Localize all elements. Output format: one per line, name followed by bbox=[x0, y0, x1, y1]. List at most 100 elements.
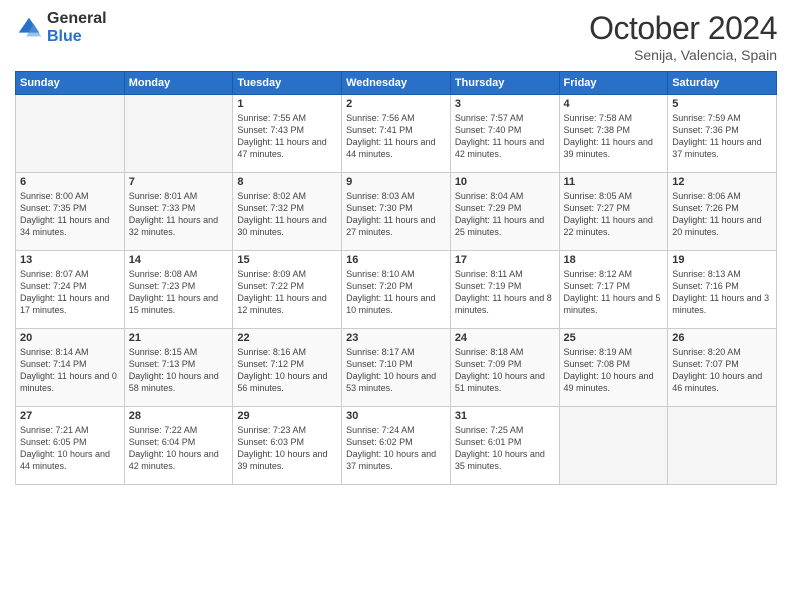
day-number: 26 bbox=[672, 332, 772, 344]
day-number: 23 bbox=[346, 332, 446, 344]
day-info: Sunrise: 7:23 AMSunset: 6:03 PMDaylight:… bbox=[237, 424, 337, 473]
calendar-cell: 10 Sunrise: 8:04 AMSunset: 7:29 PMDayligh… bbox=[450, 173, 559, 251]
day-number: 3 bbox=[455, 98, 555, 110]
month-title: October 2024 bbox=[589, 10, 777, 47]
calendar-cell bbox=[559, 407, 668, 485]
title-block: October 2024 Senija, Valencia, Spain bbox=[589, 10, 777, 63]
weekday-header-monday: Monday bbox=[124, 72, 233, 95]
calendar-cell: 28Sunrise: 7:22 AMSunset: 6:04 PMDayligh… bbox=[124, 407, 233, 485]
day-info: Sunrise: 8:02 AMSunset: 7:32 PMDaylight:… bbox=[237, 190, 337, 239]
day-info: Sunrise: 8:03 AMSunset: 7:30 PMDaylight:… bbox=[346, 190, 446, 239]
day-number: 2 bbox=[346, 98, 446, 110]
calendar-week-row: 20 Sunrise: 8:14 AMSunset: 7:14 PMDayligh… bbox=[16, 329, 777, 407]
calendar-cell: 30Sunrise: 7:24 AMSunset: 6:02 PMDayligh… bbox=[342, 407, 451, 485]
calendar-cell: 9 Sunrise: 8:03 AMSunset: 7:30 PMDaylight… bbox=[342, 173, 451, 251]
day-number: 1 bbox=[237, 98, 337, 110]
day-number: 8 bbox=[237, 176, 337, 188]
day-number: 5 bbox=[672, 98, 772, 110]
day-info: Sunrise: 8:07 AMSunset: 7:24 PMDaylight:… bbox=[20, 268, 120, 317]
calendar-week-row: 13 Sunrise: 8:07 AMSunset: 7:24 PMDayligh… bbox=[16, 251, 777, 329]
day-number: 6 bbox=[20, 176, 120, 188]
day-info: Sunrise: 7:57 AMSunset: 7:40 PMDaylight:… bbox=[455, 112, 555, 161]
weekday-header-wednesday: Wednesday bbox=[342, 72, 451, 95]
day-number: 9 bbox=[346, 176, 446, 188]
weekday-header-sunday: Sunday bbox=[16, 72, 125, 95]
day-info: Sunrise: 8:20 AMSunset: 7:07 PMDaylight:… bbox=[672, 346, 772, 395]
calendar-cell bbox=[16, 95, 125, 173]
day-number: 19 bbox=[672, 254, 772, 266]
calendar-cell bbox=[668, 407, 777, 485]
calendar-cell: 18 Sunrise: 8:12 AMSunset: 7:17 PMDayligh… bbox=[559, 251, 668, 329]
calendar-cell: 3 Sunrise: 7:57 AMSunset: 7:40 PMDaylight… bbox=[450, 95, 559, 173]
calendar-cell: 26 Sunrise: 8:20 AMSunset: 7:07 PMDayligh… bbox=[668, 329, 777, 407]
day-number: 17 bbox=[455, 254, 555, 266]
location-title: Senija, Valencia, Spain bbox=[589, 47, 777, 63]
day-info: Sunrise: 7:58 AMSunset: 7:38 PMDaylight:… bbox=[564, 112, 664, 161]
weekday-header-tuesday: Tuesday bbox=[233, 72, 342, 95]
calendar-cell: 5Sunrise: 7:59 AMSunset: 7:36 PMDaylight… bbox=[668, 95, 777, 173]
calendar-body: 1 Sunrise: 7:55 AMSunset: 7:43 PMDaylight… bbox=[16, 95, 777, 485]
calendar-cell: 16Sunrise: 8:10 AMSunset: 7:20 PMDayligh… bbox=[342, 251, 451, 329]
day-info: Sunrise: 8:00 AMSunset: 7:35 PMDaylight:… bbox=[20, 190, 120, 239]
calendar-cell: 8 Sunrise: 8:02 AMSunset: 7:32 PMDaylight… bbox=[233, 173, 342, 251]
calendar-cell: 19 Sunrise: 8:13 AMSunset: 7:16 PMDayligh… bbox=[668, 251, 777, 329]
day-number: 15 bbox=[237, 254, 337, 266]
day-info: Sunrise: 7:55 AMSunset: 7:43 PMDaylight:… bbox=[237, 112, 337, 161]
weekday-header-saturday: Saturday bbox=[668, 72, 777, 95]
day-info: Sunrise: 7:21 AMSunset: 6:05 PMDaylight:… bbox=[20, 424, 120, 473]
header: General Blue October 2024 Senija, Valenc… bbox=[15, 10, 777, 63]
calendar-cell: 2Sunrise: 7:56 AMSunset: 7:41 PMDaylight… bbox=[342, 95, 451, 173]
calendar-week-row: 1 Sunrise: 7:55 AMSunset: 7:43 PMDaylight… bbox=[16, 95, 777, 173]
day-number: 12 bbox=[672, 176, 772, 188]
calendar-cell: 11 Sunrise: 8:05 AMSunset: 7:27 PMDayligh… bbox=[559, 173, 668, 251]
calendar-cell: 14 Sunrise: 8:08 AMSunset: 7:23 PMDayligh… bbox=[124, 251, 233, 329]
calendar-table: SundayMondayTuesdayWednesdayThursdayFrid… bbox=[15, 71, 777, 485]
day-info: Sunrise: 8:13 AMSunset: 7:16 PMDaylight:… bbox=[672, 268, 772, 317]
logo: General Blue bbox=[15, 10, 107, 45]
calendar-cell: 12 Sunrise: 8:06 AMSunset: 7:26 PMDayligh… bbox=[668, 173, 777, 251]
calendar-cell: 29 Sunrise: 7:23 AMSunset: 6:03 PMDayligh… bbox=[233, 407, 342, 485]
calendar-week-row: 27 Sunrise: 7:21 AMSunset: 6:05 PMDayligh… bbox=[16, 407, 777, 485]
calendar-cell: 4 Sunrise: 7:58 AMSunset: 7:38 PMDaylight… bbox=[559, 95, 668, 173]
page: General Blue October 2024 Senija, Valenc… bbox=[0, 0, 792, 612]
day-number: 29 bbox=[237, 410, 337, 422]
day-info: Sunrise: 7:25 AMSunset: 6:01 PMDaylight:… bbox=[455, 424, 555, 473]
day-number: 10 bbox=[455, 176, 555, 188]
calendar-cell: 24Sunrise: 8:18 AMSunset: 7:09 PMDayligh… bbox=[450, 329, 559, 407]
day-info: Sunrise: 8:04 AMSunset: 7:29 PMDaylight:… bbox=[455, 190, 555, 239]
day-info: Sunrise: 8:11 AMSunset: 7:19 PMDaylight:… bbox=[455, 268, 555, 317]
day-info: Sunrise: 8:06 AMSunset: 7:26 PMDaylight:… bbox=[672, 190, 772, 239]
day-info: Sunrise: 8:09 AMSunset: 7:22 PMDaylight:… bbox=[237, 268, 337, 317]
weekday-header-row: SundayMondayTuesdayWednesdayThursdayFrid… bbox=[16, 72, 777, 95]
calendar-cell: 22Sunrise: 8:16 AMSunset: 7:12 PMDayligh… bbox=[233, 329, 342, 407]
day-number: 30 bbox=[346, 410, 446, 422]
day-number: 18 bbox=[564, 254, 664, 266]
day-info: Sunrise: 8:14 AMSunset: 7:14 PMDaylight:… bbox=[20, 346, 120, 395]
day-number: 31 bbox=[455, 410, 555, 422]
calendar-cell: 13 Sunrise: 8:07 AMSunset: 7:24 PMDayligh… bbox=[16, 251, 125, 329]
day-number: 21 bbox=[129, 332, 229, 344]
logo-icon bbox=[15, 14, 43, 42]
day-info: Sunrise: 8:05 AMSunset: 7:27 PMDaylight:… bbox=[564, 190, 664, 239]
calendar-cell bbox=[124, 95, 233, 173]
calendar-cell: 27 Sunrise: 7:21 AMSunset: 6:05 PMDayligh… bbox=[16, 407, 125, 485]
calendar-cell: 25Sunrise: 8:19 AMSunset: 7:08 PMDayligh… bbox=[559, 329, 668, 407]
day-number: 4 bbox=[564, 98, 664, 110]
calendar-cell: 6 Sunrise: 8:00 AMSunset: 7:35 PMDaylight… bbox=[16, 173, 125, 251]
day-number: 24 bbox=[455, 332, 555, 344]
calendar-cell: 7Sunrise: 8:01 AMSunset: 7:33 PMDaylight… bbox=[124, 173, 233, 251]
day-number: 20 bbox=[20, 332, 120, 344]
day-info: Sunrise: 8:12 AMSunset: 7:17 PMDaylight:… bbox=[564, 268, 664, 317]
calendar-week-row: 6 Sunrise: 8:00 AMSunset: 7:35 PMDaylight… bbox=[16, 173, 777, 251]
day-info: Sunrise: 8:01 AMSunset: 7:33 PMDaylight:… bbox=[129, 190, 229, 239]
day-info: Sunrise: 8:08 AMSunset: 7:23 PMDaylight:… bbox=[129, 268, 229, 317]
calendar-cell: 31 Sunrise: 7:25 AMSunset: 6:01 PMDayligh… bbox=[450, 407, 559, 485]
day-number: 11 bbox=[564, 176, 664, 188]
day-number: 14 bbox=[129, 254, 229, 266]
calendar-cell: 21Sunrise: 8:15 AMSunset: 7:13 PMDayligh… bbox=[124, 329, 233, 407]
day-number: 27 bbox=[20, 410, 120, 422]
day-info: Sunrise: 8:10 AMSunset: 7:20 PMDaylight:… bbox=[346, 268, 446, 317]
calendar-cell: 17 Sunrise: 8:11 AMSunset: 7:19 PMDayligh… bbox=[450, 251, 559, 329]
day-number: 13 bbox=[20, 254, 120, 266]
calendar-cell: 23Sunrise: 8:17 AMSunset: 7:10 PMDayligh… bbox=[342, 329, 451, 407]
